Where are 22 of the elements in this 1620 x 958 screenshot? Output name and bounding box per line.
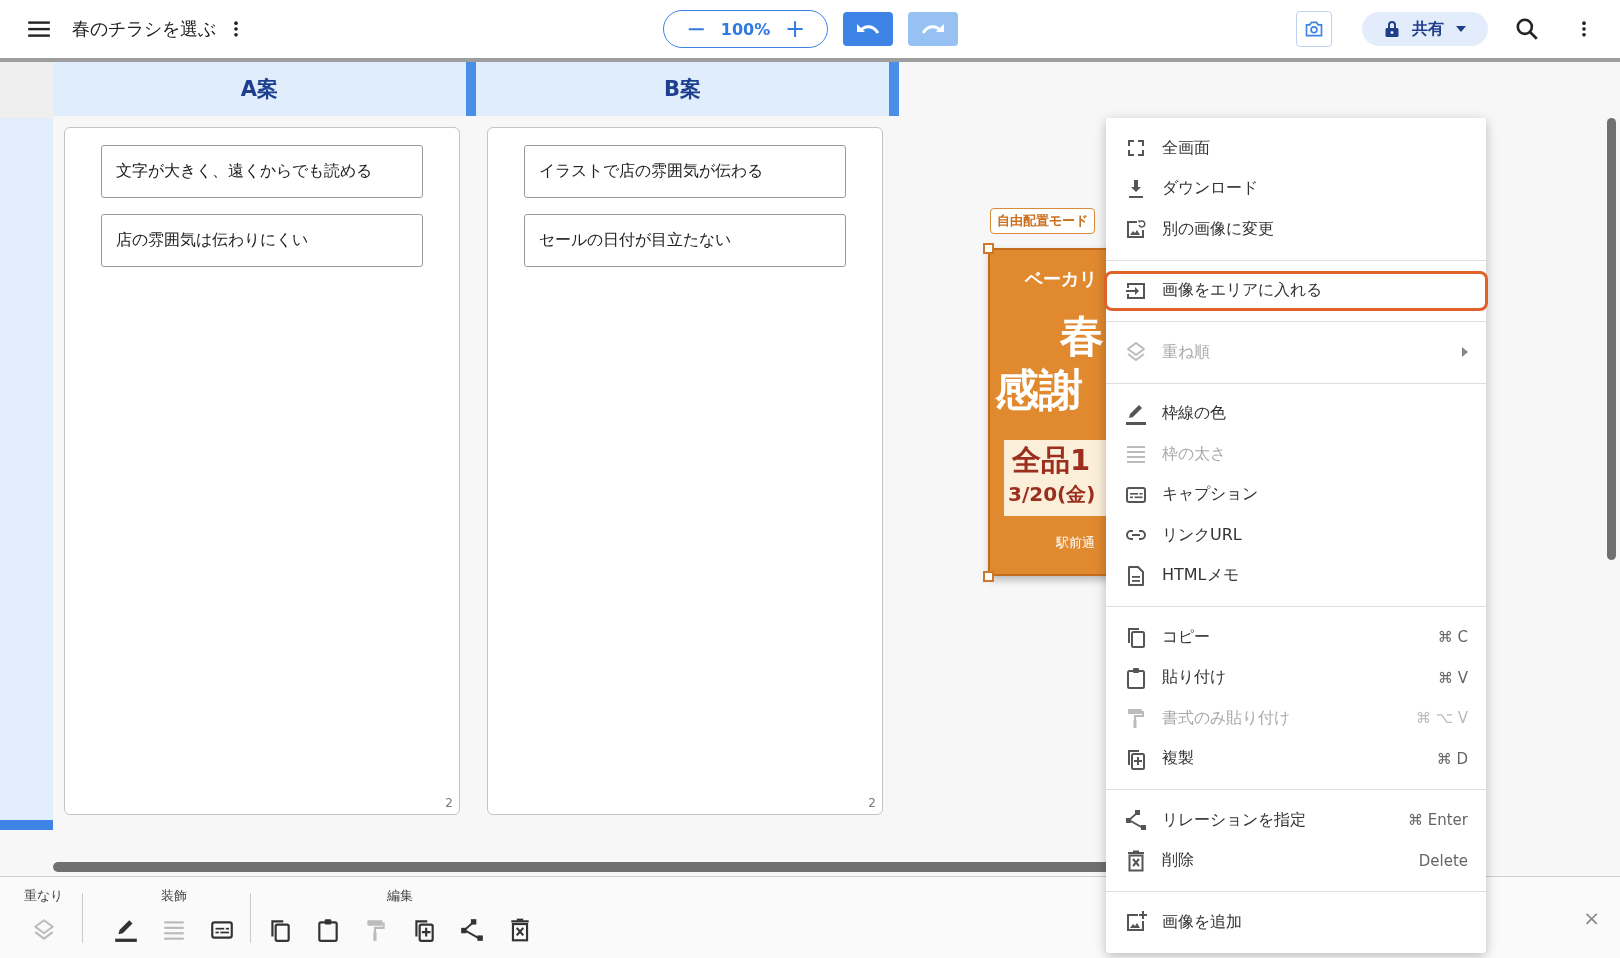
shortcut-hint: Delete — [1418, 851, 1468, 870]
flyer-text: 駅前通 — [1056, 536, 1095, 549]
column-header: B案 — [476, 62, 899, 116]
column-header: A案 — [53, 62, 476, 116]
flyer-text: 感謝 — [995, 368, 1083, 412]
card-count: 2 — [868, 796, 876, 810]
group-label: 重なり — [24, 887, 63, 905]
card-count: 2 — [445, 796, 453, 810]
shortcut-hint: ⌘ Enter — [1407, 811, 1468, 830]
group-label: 編集 — [387, 887, 413, 905]
mode-tag: 自由配置モード — [990, 208, 1095, 234]
zoom-level: 100% — [720, 19, 771, 39]
shortcut-hint: ⌘ V — [1437, 668, 1468, 687]
flyer-text: 3/20(金) — [1008, 484, 1096, 504]
flyer-text: 春 — [1060, 314, 1104, 358]
flyer-text: ベーカリ — [1025, 270, 1097, 288]
document-title: 春のチラシを選ぶ — [72, 17, 216, 41]
flyer-text: 全品1 — [1012, 446, 1091, 475]
group-label: 装飾 — [161, 887, 187, 905]
shortcut-hint: ⌘ D — [1436, 749, 1468, 768]
shortcut-hint: ⌘ ⌥ V — [1415, 709, 1468, 728]
shortcut-hint: ⌘ C — [1437, 628, 1468, 647]
